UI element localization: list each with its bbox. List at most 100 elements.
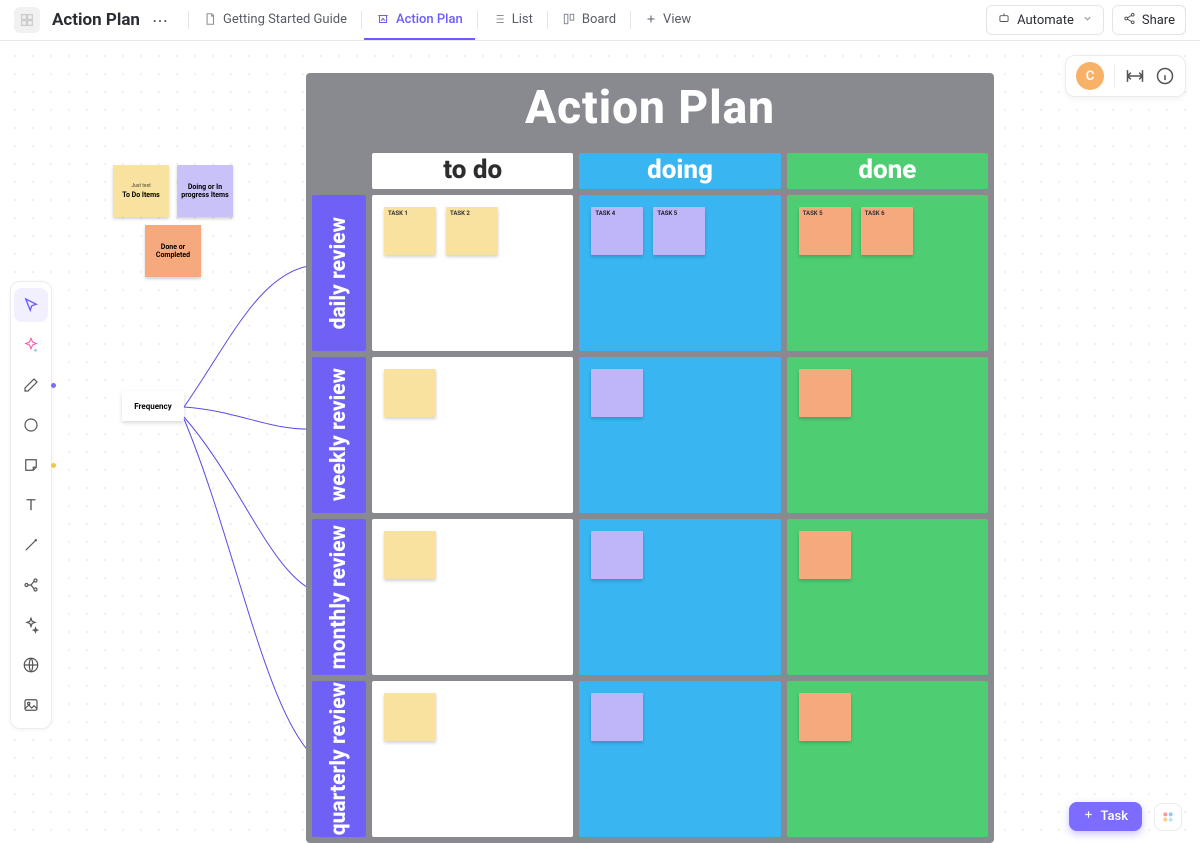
frequency-label: Frequency [134, 402, 171, 411]
tool-shape[interactable] [14, 408, 48, 442]
canvas[interactable]: C Just text To Do Items Doing or In prog… [0, 41, 1200, 843]
board-grid: to do doing done daily review TASK 1 TAS… [306, 145, 994, 843]
plus-icon [645, 13, 657, 25]
col-header-done: done [787, 153, 988, 189]
tool-sticky[interactable] [14, 448, 48, 482]
cell-daily-doing[interactable]: TASK 4 TASK 5 [579, 195, 780, 351]
task-card[interactable] [384, 369, 436, 417]
tool-connector[interactable] [14, 528, 48, 562]
legend-done[interactable]: Done or Completed [145, 225, 201, 277]
separator [547, 11, 548, 29]
tab-list[interactable]: List [480, 0, 545, 40]
more-icon[interactable]: ⋯ [148, 11, 172, 30]
task-card[interactable] [799, 693, 851, 741]
tab-add-view[interactable]: View [633, 0, 703, 40]
separator [188, 11, 189, 29]
task-card[interactable] [591, 693, 643, 741]
whiteboard-icon [376, 12, 390, 26]
row-label-quarterly: quarterly review [312, 681, 366, 837]
tool-web[interactable] [14, 648, 48, 682]
app-icon[interactable] [14, 7, 40, 33]
tool-pen[interactable] [14, 368, 48, 402]
share-icon [1123, 12, 1136, 29]
doc-title: Action Plan [52, 10, 140, 30]
chevron-down-icon [1082, 13, 1093, 28]
separator [630, 11, 631, 29]
tool-magic[interactable] [14, 608, 48, 642]
cell-quarterly-doing[interactable] [579, 681, 780, 837]
row-label-weekly: weekly review [312, 357, 366, 513]
fit-width-icon[interactable] [1125, 66, 1145, 86]
doc-icon [203, 12, 217, 26]
task-card[interactable] [384, 531, 436, 579]
frequency-node[interactable]: Frequency [122, 391, 184, 421]
cell-quarterly-done[interactable] [787, 681, 988, 837]
tool-select[interactable] [14, 288, 48, 322]
legend-subtext: Just text [131, 183, 151, 189]
task-card[interactable]: TASK 2 [446, 207, 498, 255]
tab-label: View [663, 12, 691, 27]
task-card[interactable]: TASK 5 [653, 207, 705, 255]
board-title: Action Plan [525, 81, 775, 135]
cell-quarterly-todo[interactable] [372, 681, 573, 837]
tab-board[interactable]: Board [550, 0, 628, 40]
row-label-daily: daily review [312, 195, 366, 351]
task-card[interactable]: TASK 6 [861, 207, 913, 255]
task-button[interactable]: Task [1069, 802, 1142, 831]
legend-label: Doing or In progress Items [181, 183, 229, 200]
automate-button[interactable]: Automate [986, 5, 1104, 35]
task-card[interactable] [591, 369, 643, 417]
tab-label: Board [582, 12, 616, 27]
task-card[interactable]: TASK 5 [799, 207, 851, 255]
cell-weekly-done[interactable] [787, 357, 988, 513]
tab-label: List [512, 12, 533, 27]
separator [477, 11, 478, 29]
cell-daily-done[interactable]: TASK 5 TASK 6 [787, 195, 988, 351]
automate-label: Automate [1017, 13, 1074, 28]
tool-text[interactable] [14, 488, 48, 522]
info-icon[interactable] [1155, 66, 1175, 86]
topbar: Action Plan ⋯ Getting Started Guide Acti… [0, 0, 1200, 41]
share-button[interactable]: Share [1112, 5, 1186, 35]
board-frame[interactable]: Action Plan to do doing done daily revie… [306, 73, 994, 843]
tab-label: Getting Started Guide [223, 12, 347, 27]
cell-daily-todo[interactable]: TASK 1 TASK 2 [372, 195, 573, 351]
legend-doing[interactable]: Doing or In progress Items [177, 165, 233, 217]
task-card[interactable] [591, 531, 643, 579]
share-label: Share [1142, 13, 1175, 28]
row-label-monthly: monthly review [312, 519, 366, 675]
separator [1114, 65, 1115, 87]
task-card[interactable] [384, 693, 436, 741]
board-title-bar: Action Plan [306, 73, 994, 145]
task-card[interactable]: TASK 4 [591, 207, 643, 255]
list-icon [492, 12, 506, 26]
legend-label: Done or Completed [149, 243, 197, 260]
legend-label: To Do Items [122, 191, 160, 199]
tool-image[interactable] [14, 688, 48, 722]
tool-sidebar [10, 281, 52, 729]
separator [361, 11, 362, 29]
apps-button[interactable] [1154, 803, 1182, 831]
col-header-doing: doing [579, 153, 780, 189]
robot-icon [997, 11, 1011, 29]
cell-monthly-done[interactable] [787, 519, 988, 675]
task-card[interactable]: TASK 1 [384, 207, 436, 255]
cell-weekly-todo[interactable] [372, 357, 573, 513]
topbar-actions: Automate Share [986, 5, 1186, 35]
task-card[interactable] [799, 531, 851, 579]
tab-action-plan[interactable]: Action Plan [364, 0, 475, 40]
cell-weekly-doing[interactable] [579, 357, 780, 513]
task-card[interactable] [799, 369, 851, 417]
tool-mindmap[interactable] [14, 568, 48, 602]
tool-ai[interactable] [14, 328, 48, 362]
canvas-controls: C [1065, 55, 1186, 97]
legend-todo[interactable]: Just text To Do Items [113, 165, 169, 217]
plus-icon [1083, 809, 1094, 824]
col-header-todo: to do [372, 153, 573, 189]
board-icon [562, 12, 576, 26]
cell-monthly-todo[interactable] [372, 519, 573, 675]
avatar[interactable]: C [1076, 62, 1104, 90]
tab-getting-started[interactable]: Getting Started Guide [191, 0, 359, 40]
tab-label: Action Plan [396, 12, 463, 27]
cell-monthly-doing[interactable] [579, 519, 780, 675]
